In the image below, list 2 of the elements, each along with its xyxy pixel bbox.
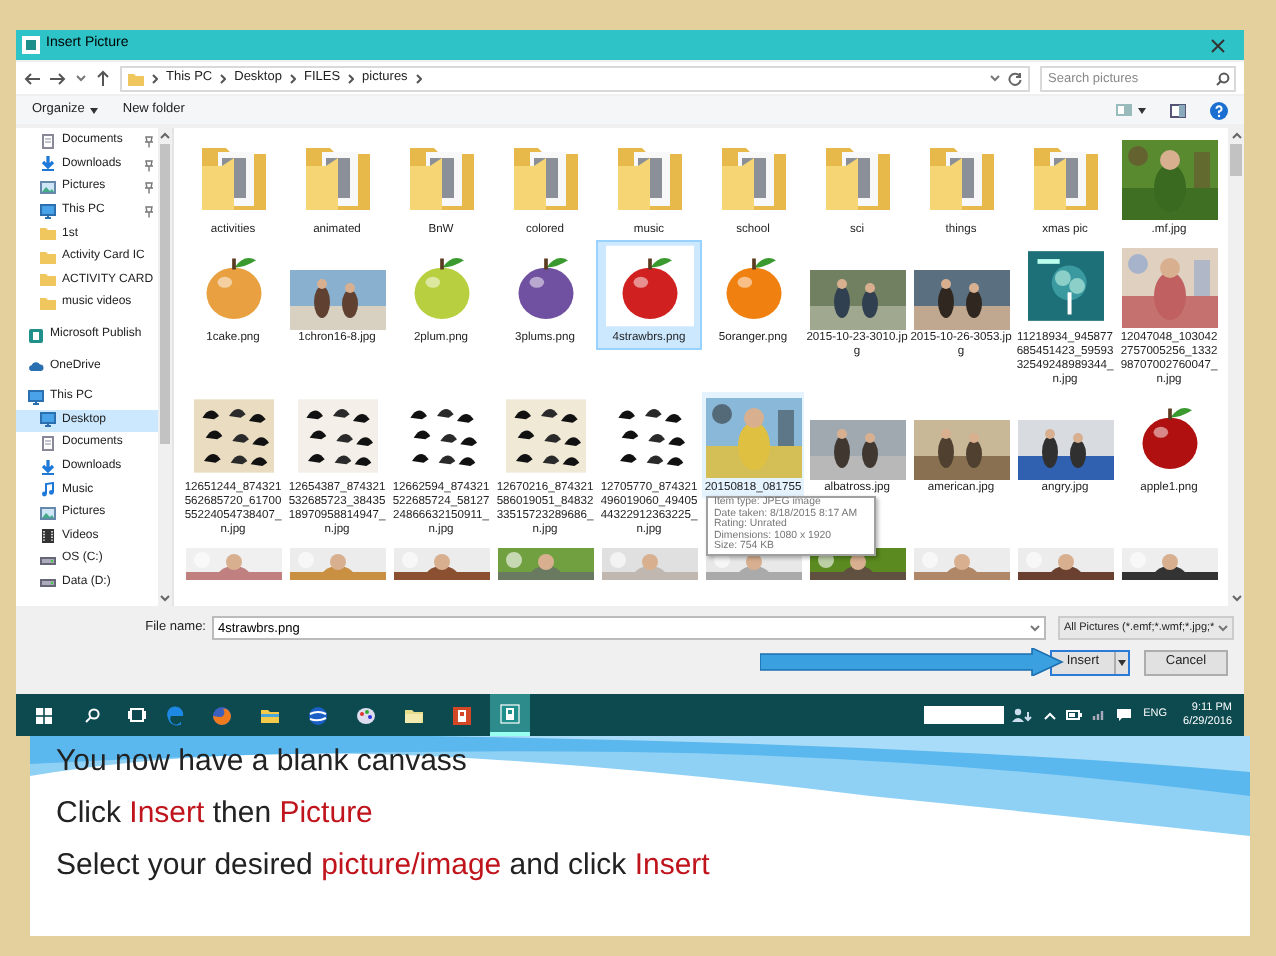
slide-text: Select your desired picture/image and click Insert bbox=[56, 846, 712, 886]
slide-text: Click Insert then Picture bbox=[56, 794, 375, 834]
